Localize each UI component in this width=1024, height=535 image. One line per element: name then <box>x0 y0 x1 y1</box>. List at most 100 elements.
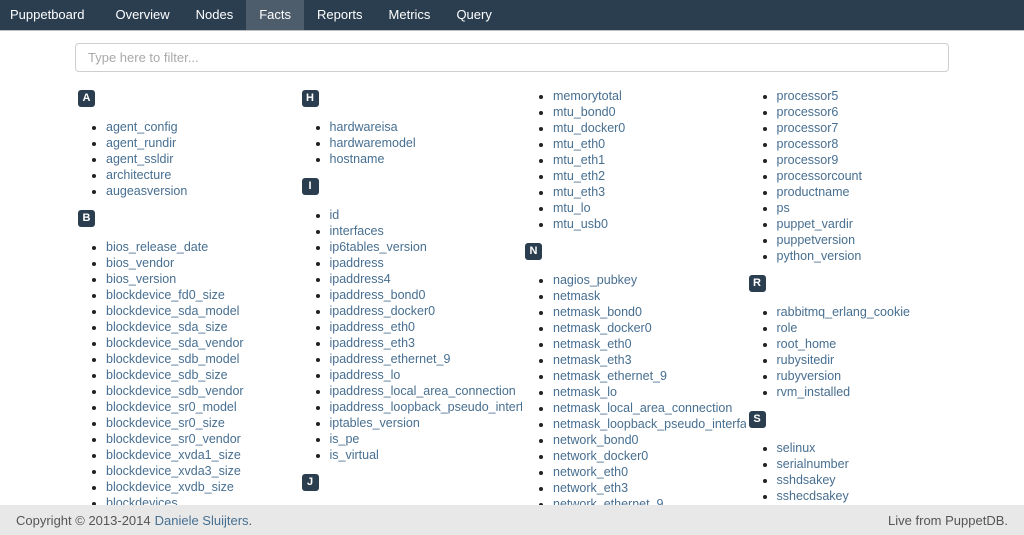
fact-link-sshdsakey[interactable]: sshdsakey <box>777 473 836 487</box>
fact-link-mtu_eth3[interactable]: mtu_eth3 <box>553 185 605 199</box>
fact-link-blockdevice_sr0_model[interactable]: blockdevice_sr0_model <box>106 400 237 414</box>
fact-link-rabbitmq_erlang_cookie[interactable]: rabbitmq_erlang_cookie <box>777 305 910 319</box>
fact-link-blockdevice_sda_model[interactable]: blockdevice_sda_model <box>106 304 239 318</box>
fact-link-augeasversion[interactable]: augeasversion <box>106 184 187 198</box>
fact-link-blockdevice_xvdb_size[interactable]: blockdevice_xvdb_size <box>106 480 234 494</box>
nav-item-query[interactable]: Query <box>443 0 504 30</box>
fact-link-netmask[interactable]: netmask <box>553 289 600 303</box>
copyright-suffix: . <box>249 513 253 528</box>
nav-item-facts[interactable]: Facts <box>246 0 304 30</box>
fact-link-ps[interactable]: ps <box>777 201 790 215</box>
fact-link-blockdevice_sdb_vendor[interactable]: blockdevice_sdb_vendor <box>106 384 244 398</box>
fact-link-ipaddress_lo[interactable]: ipaddress_lo <box>330 368 401 382</box>
fact-link-hostname[interactable]: hostname <box>330 152 385 166</box>
fact-link-agent_rundir[interactable]: agent_rundir <box>106 136 176 150</box>
nav-item-metrics[interactable]: Metrics <box>376 0 444 30</box>
fact-link-blockdevice_sr0_vendor[interactable]: blockdevice_sr0_vendor <box>106 432 241 446</box>
fact-link-ipaddress_eth0[interactable]: ipaddress_eth0 <box>330 320 415 334</box>
fact-link-productname[interactable]: productname <box>777 185 850 199</box>
fact-link-processorcount[interactable]: processorcount <box>777 169 862 183</box>
fact-link-agent_config[interactable]: agent_config <box>106 120 178 134</box>
fact-item: ipaddress_eth0 <box>330 319 523 335</box>
fact-link-agent_ssldir[interactable]: agent_ssldir <box>106 152 173 166</box>
fact-link-puppet_vardir[interactable]: puppet_vardir <box>777 217 853 231</box>
fact-link-rubysitedir[interactable]: rubysitedir <box>777 353 835 367</box>
fact-link-netmask_eth3[interactable]: netmask_eth3 <box>553 353 632 367</box>
filter-input[interactable] <box>75 43 949 72</box>
fact-link-mtu_eth1[interactable]: mtu_eth1 <box>553 153 605 167</box>
fact-link-mtu_eth2[interactable]: mtu_eth2 <box>553 169 605 183</box>
fact-link-is_virtual[interactable]: is_virtual <box>330 448 379 462</box>
fact-link-hardwareisa[interactable]: hardwareisa <box>330 120 398 134</box>
fact-link-nagios_pubkey[interactable]: nagios_pubkey <box>553 273 637 287</box>
fact-link-ipaddress_loopback_pseudo_interface[interactable]: ipaddress_loopback_pseudo_interface <box>330 400 523 414</box>
fact-link-rubyversion[interactable]: rubyversion <box>777 369 842 383</box>
fact-link-python_version[interactable]: python_version <box>777 249 862 263</box>
fact-link-ipaddress_ethernet_9[interactable]: ipaddress_ethernet_9 <box>330 352 451 366</box>
fact-link-blockdevice_sdb_model[interactable]: blockdevice_sdb_model <box>106 352 239 366</box>
fact-link-network_docker0[interactable]: network_docker0 <box>553 449 648 463</box>
fact-link-netmask_local_area_connection[interactable]: netmask_local_area_connection <box>553 401 732 415</box>
fact-link-serialnumber[interactable]: serialnumber <box>777 457 849 471</box>
fact-link-network_eth3[interactable]: network_eth3 <box>553 481 628 495</box>
fact-link-hardwaremodel[interactable]: hardwaremodel <box>330 136 416 150</box>
nav-item-overview[interactable]: Overview <box>102 0 182 30</box>
fact-link-network_bond0[interactable]: network_bond0 <box>553 433 638 447</box>
fact-link-netmask_lo[interactable]: netmask_lo <box>553 385 617 399</box>
nav-item-reports[interactable]: Reports <box>304 0 376 30</box>
fact-link-iptables_version[interactable]: iptables_version <box>330 416 420 430</box>
author-link[interactable]: Daniele Sluijters <box>155 513 249 528</box>
fact-link-blockdevice_fd0_size[interactable]: blockdevice_fd0_size <box>106 288 225 302</box>
fact-link-network_eth0[interactable]: network_eth0 <box>553 465 628 479</box>
fact-link-ipaddress_local_area_connection[interactable]: ipaddress_local_area_connection <box>330 384 516 398</box>
fact-link-mtu_docker0[interactable]: mtu_docker0 <box>553 121 625 135</box>
brand-link[interactable]: Puppetboard <box>0 0 94 30</box>
fact-link-netmask_docker0[interactable]: netmask_docker0 <box>553 321 652 335</box>
fact-link-processor6[interactable]: processor6 <box>777 105 839 119</box>
fact-link-mtu_eth0[interactable]: mtu_eth0 <box>553 137 605 151</box>
fact-link-netmask_loopback_pseudo_interface[interactable]: netmask_loopback_pseudo_interface <box>553 417 746 431</box>
fact-link-is_pe[interactable]: is_pe <box>330 432 360 446</box>
fact-link-ipaddress_eth3[interactable]: ipaddress_eth3 <box>330 336 415 350</box>
fact-link-sshecdsakey[interactable]: sshecdsakey <box>777 489 849 503</box>
fact-link-netmask_ethernet_9[interactable]: netmask_ethernet_9 <box>553 369 667 383</box>
fact-link-id[interactable]: id <box>330 208 340 222</box>
fact-item: mtu_eth2 <box>553 168 746 184</box>
fact-link-mtu_lo[interactable]: mtu_lo <box>553 201 591 215</box>
fact-list: selinux serialnumber sshdsakey sshecdsakey <box>746 440 970 504</box>
fact-link-processor7[interactable]: processor7 <box>777 121 839 135</box>
fact-link-ipaddress_docker0[interactable]: ipaddress_docker0 <box>330 304 436 318</box>
fact-link-interfaces[interactable]: interfaces <box>330 224 384 238</box>
fact-section-r: Rrabbitmq_erlang_cookieroleroot_homeruby… <box>746 273 970 400</box>
fact-link-architecture[interactable]: architecture <box>106 168 171 182</box>
copyright-text: Copyright © 2013-2014 <box>16 513 151 528</box>
fact-link-ipaddress[interactable]: ipaddress <box>330 256 384 270</box>
nav-item-nodes[interactable]: Nodes <box>183 0 247 30</box>
fact-link-root_home[interactable]: root_home <box>777 337 837 351</box>
fact-link-blockdevice_sda_vendor[interactable]: blockdevice_sda_vendor <box>106 336 244 350</box>
fact-link-blockdevice_xvda1_size[interactable]: blockdevice_xvda1_size <box>106 448 241 462</box>
fact-link-rvm_installed[interactable]: rvm_installed <box>777 385 851 399</box>
fact-link-processor5[interactable]: processor5 <box>777 89 839 103</box>
fact-link-netmask_eth0[interactable]: netmask_eth0 <box>553 337 632 351</box>
fact-list: processor5 processor6 processor7 processor8… <box>746 88 970 264</box>
fact-link-bios_vendor[interactable]: bios_vendor <box>106 256 174 270</box>
fact-link-puppetversion[interactable]: puppetversion <box>777 233 856 247</box>
fact-link-mtu_bond0[interactable]: mtu_bond0 <box>553 105 616 119</box>
fact-link-bios_version[interactable]: bios_version <box>106 272 176 286</box>
fact-link-ip6tables_version[interactable]: ip6tables_version <box>330 240 427 254</box>
fact-link-processor9[interactable]: processor9 <box>777 153 839 167</box>
fact-link-processor8[interactable]: processor8 <box>777 137 839 151</box>
fact-link-ipaddress_bond0[interactable]: ipaddress_bond0 <box>330 288 426 302</box>
fact-link-role[interactable]: role <box>777 321 798 335</box>
fact-link-bios_release_date[interactable]: bios_release_date <box>106 240 208 254</box>
fact-link-blockdevice_sda_size[interactable]: blockdevice_sda_size <box>106 320 228 334</box>
fact-link-netmask_bond0[interactable]: netmask_bond0 <box>553 305 642 319</box>
fact-link-blockdevice_sr0_size[interactable]: blockdevice_sr0_size <box>106 416 225 430</box>
fact-link-blockdevice_xvda3_size[interactable]: blockdevice_xvda3_size <box>106 464 241 478</box>
fact-link-memorytotal[interactable]: memorytotal <box>553 89 622 103</box>
fact-link-ipaddress4[interactable]: ipaddress4 <box>330 272 391 286</box>
fact-link-blockdevice_sdb_size[interactable]: blockdevice_sdb_size <box>106 368 228 382</box>
fact-link-selinux[interactable]: selinux <box>777 441 816 455</box>
fact-link-mtu_usb0[interactable]: mtu_usb0 <box>553 217 608 231</box>
